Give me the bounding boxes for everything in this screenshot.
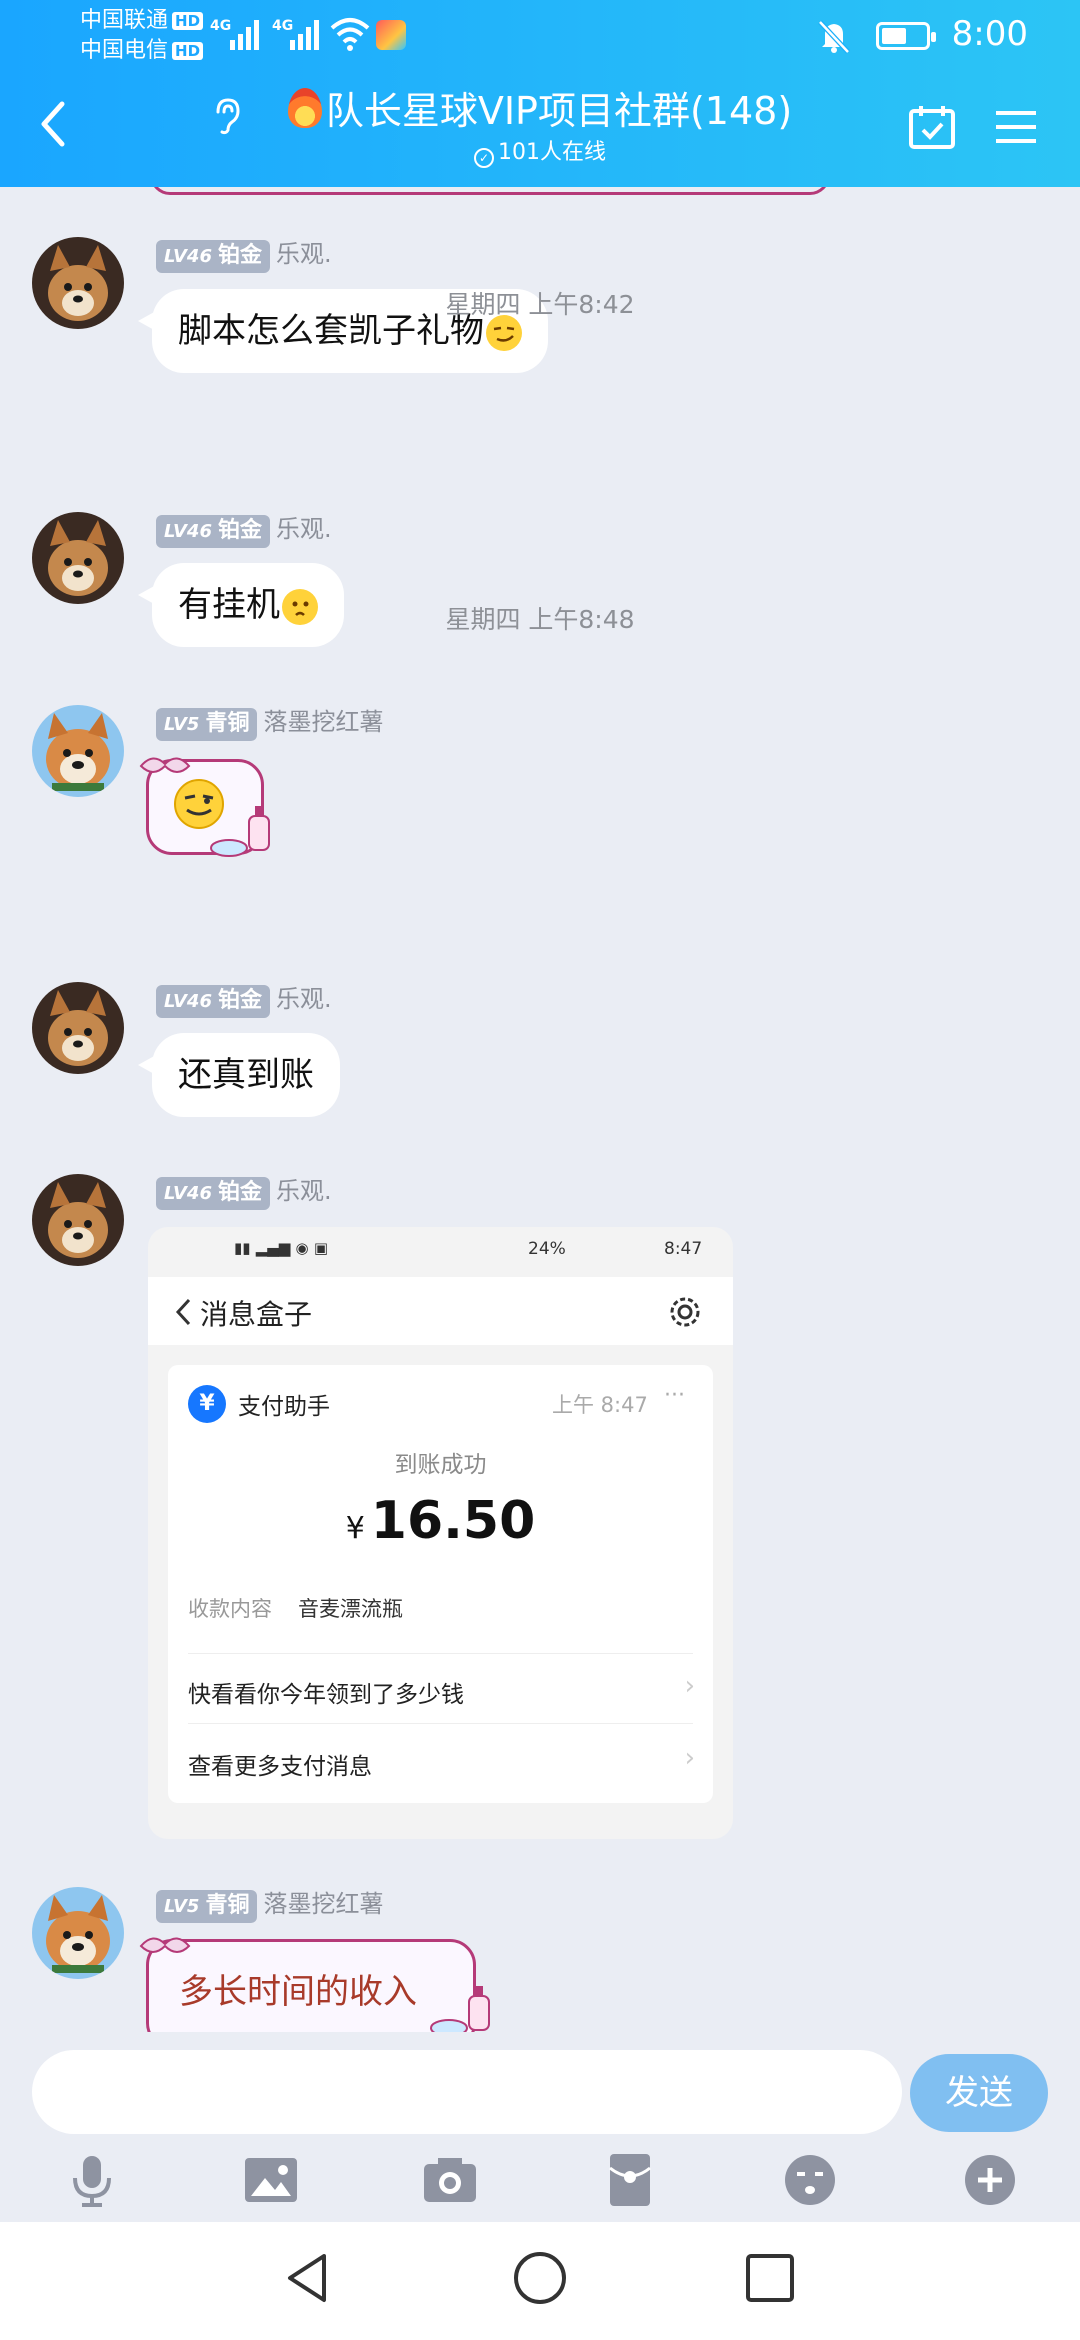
content-value: 音麦漂流瓶 xyxy=(298,1597,403,1621)
link-more-payments: 查看更多支付消息 xyxy=(188,1754,372,1780)
calendar-check-icon[interactable] xyxy=(908,104,956,150)
sender-line: LV46 铂金 乐观. xyxy=(156,237,332,273)
menu-icon[interactable] xyxy=(994,108,1038,146)
carrier-info: 中国联通 HD 中国电信 HD xyxy=(80,6,204,66)
chevron-right-icon: › xyxy=(684,1671,695,1701)
soap-bottle-decoration-icon xyxy=(210,806,270,857)
message-text: 还真到账 xyxy=(178,1055,314,1095)
screenshot-battery-percent: 24% xyxy=(528,1239,566,1259)
message-list[interactable]: LV46 铂金 乐观. 脚本怎么套凯子礼物 星期四 上午8:42 LV46 铂金 乐观.… xyxy=(0,187,1080,2032)
message-bubble[interactable]: 多长时间的收入 xyxy=(139,1937,490,2032)
avatar[interactable] xyxy=(32,982,124,1074)
nav-back-triangle-icon[interactable] xyxy=(280,2248,340,2308)
sender-name[interactable]: 乐观. xyxy=(276,240,332,268)
camera-icon[interactable] xyxy=(420,2150,480,2210)
level-badge: LV46 铂金 xyxy=(156,985,270,1018)
screenshot-nav: 消息盒子 xyxy=(148,1277,733,1345)
payment-amount: 16.50 xyxy=(370,1491,536,1551)
image-message[interactable]: ▮▮ ▂▄▆ ◉ ▣ 24% 8:47 消息盒子 ¥ 支付助手 上午 8:47 … xyxy=(148,1227,733,1839)
chat-header: 中国联通 HD 中国电信 HD 4G 4G 8:00 队长星球VIP项目社群(148… xyxy=(0,0,1080,187)
avatar[interactable] xyxy=(32,1174,124,1266)
system-navigation-bar xyxy=(0,2222,1080,2340)
hd-badge: HD xyxy=(172,12,204,30)
payment-time: 上午 8:47 xyxy=(552,1393,648,1417)
bow-decoration-icon xyxy=(139,757,191,773)
payment-card: ¥ 支付助手 上午 8:47 ··· 到账成功 ¥16.50 收款内容 音麦漂流… xyxy=(168,1365,713,1803)
avatar[interactable] xyxy=(32,705,124,797)
previous-message-fragment xyxy=(150,187,830,195)
timestamp: 星期四 上午8:42 xyxy=(445,290,635,319)
bell-muted-icon xyxy=(818,20,850,54)
hd-badge: HD xyxy=(172,42,204,60)
message-text: 多长时间的收入 xyxy=(179,1972,417,2012)
signal-icon xyxy=(230,20,259,50)
divider xyxy=(188,1653,693,1654)
carrier-2: 中国电信 xyxy=(80,38,169,63)
send-button[interactable]: 发送 xyxy=(910,2054,1048,2132)
red-packet-icon[interactable] xyxy=(600,2150,660,2210)
screenshot-time: 8:47 xyxy=(664,1239,703,1259)
soap-bottle-decoration-icon xyxy=(430,1986,490,2032)
level-badge: LV46 铂金 xyxy=(156,1177,270,1210)
more-icon: ··· xyxy=(664,1383,685,1408)
wifi-icon xyxy=(330,18,370,51)
level-badge: LV46 铂金 xyxy=(156,515,270,548)
payment-assistant-icon: ¥ xyxy=(188,1385,226,1423)
currency-symbol: ¥ xyxy=(345,1511,365,1546)
nav-recents-square-icon[interactable] xyxy=(740,2248,800,2308)
screenshot-status-bar: ▮▮ ▂▄▆ ◉ ▣ 24% 8:47 xyxy=(148,1239,733,1267)
sender-line: LV5 青铜 落墨挖红薯 xyxy=(156,705,383,741)
payment-sender: 支付助手 xyxy=(238,1394,330,1420)
battery-icon xyxy=(876,22,936,50)
online-icon: ✓ xyxy=(474,148,494,168)
input-area: 发送 xyxy=(0,2032,1080,2222)
back-icon xyxy=(175,1298,191,1326)
timestamp: 星期四 上午8:48 xyxy=(445,605,635,634)
divider xyxy=(188,1723,693,1724)
sender-line: LV5 青铜 落墨挖红薯 xyxy=(156,1887,383,1923)
screenshot-signal-icons: ▮▮ ▂▄▆ ◉ ▣ xyxy=(234,1239,329,1257)
sender-name[interactable]: 落墨挖红薯 xyxy=(263,1890,383,1918)
content-label: 收款内容 xyxy=(188,1597,272,1621)
plus-icon[interactable] xyxy=(960,2150,1020,2210)
payment-status: 到账成功 xyxy=(394,1452,487,1478)
carrier-1: 中国联通 xyxy=(80,8,169,33)
level-badge: LV5 青铜 xyxy=(156,708,258,741)
sender-line: LV46 铂金 乐观. xyxy=(156,512,332,548)
sender-name[interactable]: 落墨挖红薯 xyxy=(263,708,383,736)
message-bubble[interactable]: 还真到账 xyxy=(138,1033,340,1117)
sender-line: LV46 铂金 乐观. xyxy=(156,982,332,1018)
signal-icon xyxy=(290,20,319,50)
app-notification-icon xyxy=(376,20,406,50)
avatar[interactable] xyxy=(32,512,124,604)
sender-line: LV46 铂金 乐观. xyxy=(156,1174,332,1210)
gear-icon xyxy=(670,1297,700,1327)
chat-title: 队长星球VIP项目社群(148) xyxy=(325,89,793,133)
bow-decoration-icon xyxy=(139,1937,191,1953)
message-input[interactable] xyxy=(32,2050,902,2134)
microphone-icon[interactable] xyxy=(62,2150,122,2210)
avatar[interactable] xyxy=(32,1887,124,1979)
sender-name[interactable]: 乐观. xyxy=(276,1177,332,1205)
screenshot-nav-title: 消息盒子 xyxy=(200,1298,313,1331)
nav-home-circle-icon[interactable] xyxy=(510,2248,570,2308)
image-icon[interactable] xyxy=(241,2150,301,2210)
link-annual-summary: 快看看你今年领到了多少钱 xyxy=(188,1682,464,1708)
emoji-icon[interactable] xyxy=(780,2150,840,2210)
chevron-right-icon: › xyxy=(684,1743,695,1773)
online-count: 101人在线 xyxy=(498,140,606,165)
level-badge: LV46 铂金 xyxy=(156,240,270,273)
payment-amount-line: ¥16.50 xyxy=(168,1491,713,1551)
level-badge: LV5 青铜 xyxy=(156,1890,258,1923)
sender-name[interactable]: 乐观. xyxy=(276,515,332,543)
sender-name[interactable]: 乐观. xyxy=(276,985,332,1013)
clock: 8:00 xyxy=(951,14,1028,54)
sticker-bubble[interactable] xyxy=(139,757,270,857)
status-bar: 中国联通 HD 中国电信 HD 4G 4G 8:00 xyxy=(0,0,1080,70)
fire-icon xyxy=(287,88,322,128)
